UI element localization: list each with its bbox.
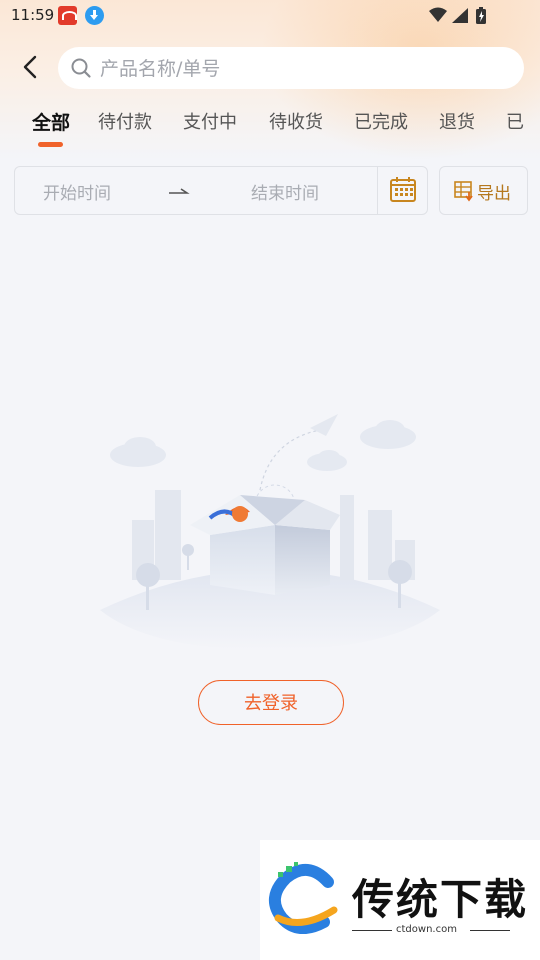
tab-partial[interactable]: 已: [506, 108, 524, 134]
signal-icon: [452, 8, 468, 23]
search-box[interactable]: [58, 47, 524, 91]
status-time: 11:59: [11, 6, 55, 24]
tab-all[interactable]: 全部: [32, 108, 70, 135]
status-bar: 11:59: [0, 0, 540, 32]
back-arrow-icon[interactable]: [18, 54, 44, 80]
watermark-line-left: [352, 930, 392, 931]
end-date-field[interactable]: 结束时间: [223, 179, 347, 204]
tab-paying[interactable]: 支付中: [183, 108, 237, 134]
battery-icon: [476, 7, 486, 24]
range-arrow-icon: [169, 188, 190, 194]
app-notification-icon: [58, 6, 77, 25]
tab-completed[interactable]: 已完成: [354, 108, 408, 134]
search-icon: [71, 58, 91, 78]
start-date-field[interactable]: 开始时间: [15, 179, 139, 204]
ctdown-logo-icon: [269, 862, 338, 934]
status-icons: [429, 7, 486, 24]
empty-box-illustration: [100, 414, 440, 650]
date-range-filter: 开始时间 结束时间: [14, 166, 428, 215]
search-input[interactable]: [98, 47, 502, 91]
go-login-button[interactable]: 去登录: [198, 680, 344, 725]
active-tab-indicator: [38, 142, 63, 147]
export-button[interactable]: 导出: [439, 166, 528, 215]
watermark-logo: 传统下载 ctdown.com: [260, 840, 540, 960]
tab-pending-receipt[interactable]: 待收货: [269, 108, 323, 134]
wifi-icon: [429, 7, 447, 22]
watermark-line-right: [470, 930, 510, 931]
download-icon: [85, 6, 104, 25]
export-label: 导出: [477, 184, 511, 204]
calendar-icon[interactable]: [378, 167, 428, 214]
watermark-url: ctdown.com: [396, 924, 457, 935]
order-status-tabs: 全部 待付款 支付中 待收货 已完成 退货 已: [0, 104, 540, 150]
watermark-title: 传统下载: [352, 875, 529, 924]
tab-returns[interactable]: 退货: [439, 108, 475, 134]
tab-pending-payment[interactable]: 待付款: [98, 108, 152, 134]
export-icon: [454, 181, 473, 202]
